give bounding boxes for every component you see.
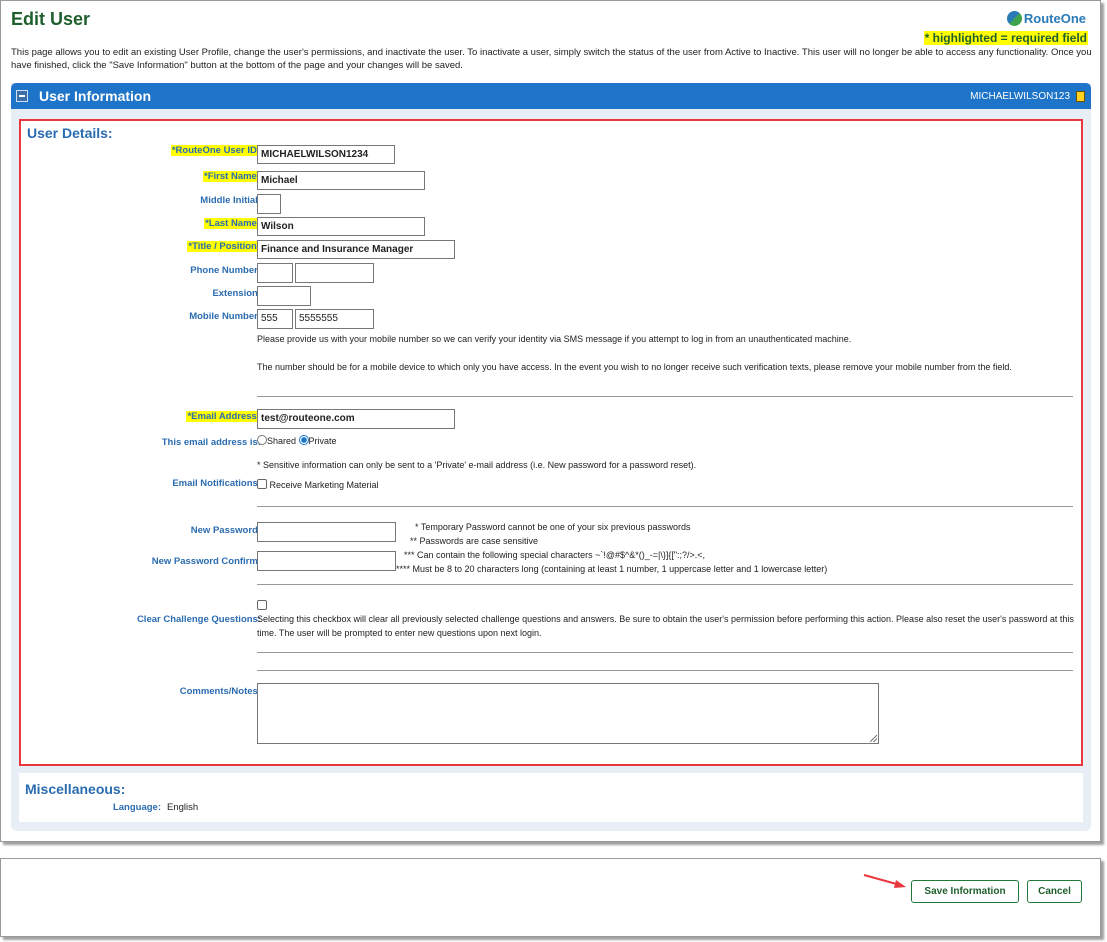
password-rule-1: * Temporary Password cannot be one of yo… — [415, 522, 691, 532]
divider — [257, 670, 1073, 671]
marketing-checkbox-row: Receive Marketing Material — [257, 478, 379, 492]
new-password-label: New Password: — [190, 525, 261, 536]
mobile-area-input[interactable]: 555 — [257, 309, 293, 329]
routeone-logo: RouteOne — [1006, 11, 1086, 26]
shared-radio-label: Shared — [267, 436, 297, 446]
comments-label: Comments/Notes: — [179, 686, 261, 697]
required-field-legend: * highlighted = required field — [923, 31, 1088, 45]
collapse-minus-icon[interactable] — [16, 90, 28, 102]
password-rule-4: **** Must be 8 to 20 characters long (co… — [396, 564, 828, 574]
comments-textarea[interactable] — [257, 683, 879, 744]
password-rule-3: *** Can contain the following special ch… — [404, 550, 706, 560]
marketing-checkbox-label: Receive Marketing Material — [269, 480, 379, 490]
user-details-section: User Details: *RouteOne User ID: MICHAEL… — [19, 119, 1083, 766]
user-information-panel: User Information MICHAELWILSON123 User D… — [11, 83, 1091, 831]
clear-challenge-checkbox-wrap — [257, 599, 267, 613]
divider — [257, 396, 1073, 397]
save-information-button[interactable]: Save Information — [911, 880, 1019, 903]
mobile-number-input[interactable]: 5555555 — [295, 309, 374, 329]
language-value: English — [167, 802, 199, 813]
phone-number-input[interactable] — [295, 263, 374, 283]
main-window: Edit User RouteOne * highlighted = requi… — [0, 0, 1101, 842]
callout-arrow-icon — [863, 874, 906, 888]
middle-initial-label: Middle Initial: — [200, 195, 261, 206]
intro-text: This page allows you to edit an existing… — [11, 47, 1092, 71]
email-type-label: This email address is: — [161, 437, 261, 448]
clear-challenge-label: Clear Challenge Questions: — [136, 614, 261, 625]
marketing-checkbox[interactable] — [257, 479, 267, 489]
last-name-label: *Last Name: — [204, 218, 261, 229]
user-id-label: *RouteOne User ID: — [170, 145, 261, 156]
panel-user-id: MICHAELWILSON123 — [970, 90, 1070, 102]
mobile-note-2: The number should be for a mobile device… — [257, 362, 1012, 372]
private-radio-label: Private — [308, 436, 337, 446]
extension-input[interactable] — [257, 286, 311, 306]
email-sensitive-note: * Sensitive information can only be sent… — [257, 460, 697, 470]
mobile-note-1: Please provide us with your mobile numbe… — [257, 334, 852, 344]
mobile-number-label: Mobile Number: — [189, 311, 261, 322]
cancel-button[interactable]: Cancel — [1027, 880, 1082, 903]
resize-grip-icon[interactable] — [870, 735, 877, 742]
title-position-input[interactable]: Finance and Insurance Manager — [257, 240, 455, 259]
user-id-input[interactable]: MICHAELWILSON1234 — [257, 145, 395, 164]
divider — [257, 584, 1073, 585]
private-radio[interactable] — [298, 435, 309, 445]
title-position-label: *Title / Position: — [187, 241, 261, 252]
phone-number-label: Phone Number: — [190, 265, 261, 276]
user-details-title: User Details: — [27, 125, 113, 141]
footer-bar: Save Information Cancel — [0, 858, 1101, 937]
extension-label: Extension: — [212, 288, 261, 299]
shared-radio[interactable] — [257, 435, 267, 445]
last-name-input[interactable]: Wilson — [257, 217, 425, 236]
first-name-input[interactable]: Michael — [257, 171, 425, 190]
logo-text: RouteOne — [1023, 11, 1086, 26]
clear-challenge-checkbox[interactable] — [257, 600, 267, 610]
divider — [257, 652, 1073, 653]
email-notifications-label: Email Notifications: — [172, 478, 261, 489]
email-type-group: Shared Private — [257, 434, 337, 448]
document-icon[interactable] — [1076, 90, 1085, 102]
language-label: Language: — [112, 802, 161, 813]
password-rule-2: ** Passwords are case sensitive — [410, 536, 539, 546]
email-address-input[interactable]: test@routeone.com — [257, 409, 455, 429]
new-password-input[interactable] — [257, 522, 396, 542]
middle-initial-input[interactable] — [257, 194, 281, 214]
clear-challenge-note: Selecting this checkbox will clear all p… — [257, 614, 1074, 638]
new-password-confirm-input[interactable] — [257, 551, 396, 571]
miscellaneous-title: Miscellaneous: — [25, 781, 126, 797]
routeone-logo-icon — [1006, 11, 1022, 26]
panel-title: User Information — [39, 88, 152, 104]
page-title: Edit User — [11, 9, 91, 29]
panel-header: User Information MICHAELWILSON123 — [11, 83, 1091, 109]
email-address-label: *Email Address: — [186, 411, 261, 422]
miscellaneous-section: Miscellaneous: Language: English — [19, 773, 1083, 822]
phone-area-input[interactable] — [257, 263, 293, 283]
first-name-label: *First Name: — [203, 171, 261, 182]
new-password-confirm-label: New Password Confirm: — [151, 556, 261, 567]
divider — [257, 506, 1073, 507]
